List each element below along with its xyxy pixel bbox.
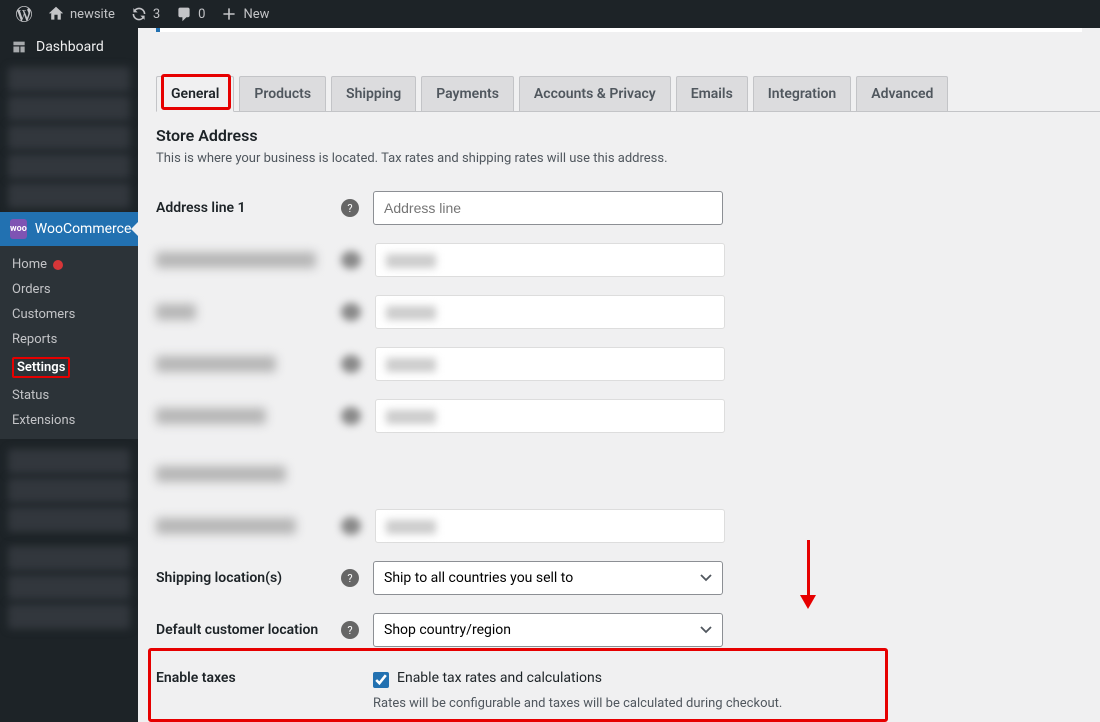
submenu-home[interactable]: Home xyxy=(0,252,138,277)
blurred-menu-item xyxy=(8,125,130,150)
default-location-select[interactable]: Shop country/region xyxy=(373,613,723,647)
updates-link[interactable]: 3 xyxy=(123,6,168,22)
shipping-location-select[interactable]: Ship to all countries you sell to xyxy=(373,561,723,595)
shipping-location-label: Shipping location(s) xyxy=(156,570,341,586)
chevron-down-icon xyxy=(700,624,712,636)
row-address1: Address line 1 ? xyxy=(156,186,1100,230)
shipping-location-value: Ship to all countries you sell to xyxy=(384,570,573,586)
tab-general[interactable]: General xyxy=(156,76,234,112)
submenu-status[interactable]: Status xyxy=(0,383,138,408)
address1-label: Address line 1 xyxy=(156,200,341,216)
blurred-menu-item xyxy=(8,183,130,208)
submenu-reports[interactable]: Reports xyxy=(0,327,138,352)
chevron-down-icon xyxy=(700,572,712,584)
woocommerce-submenu: Home Orders Customers Reports Settings S… xyxy=(0,246,138,439)
comments-count: 0 xyxy=(198,7,205,22)
refresh-icon xyxy=(131,6,147,22)
plus-icon xyxy=(221,6,237,22)
new-label: New xyxy=(243,7,269,22)
blurred-menu-item xyxy=(8,604,130,629)
content-area: General Products Shipping Payments Accou… xyxy=(138,28,1100,722)
comment-icon xyxy=(176,6,192,22)
comments-link[interactable]: 0 xyxy=(168,6,213,22)
home-icon xyxy=(48,6,64,22)
updates-count: 3 xyxy=(153,7,160,22)
tab-advanced[interactable]: Advanced xyxy=(856,76,948,111)
section-heading: Store Address xyxy=(156,126,1100,145)
blurred-menu-item xyxy=(8,67,130,92)
default-location-label: Default customer location xyxy=(156,622,341,638)
new-link[interactable]: New xyxy=(213,6,277,22)
row-blurred xyxy=(156,238,1100,282)
wp-logo[interactable] xyxy=(8,6,40,22)
admin-sidebar: Dashboard woo WooCommerce Home Orders Cu… xyxy=(0,28,138,722)
row-default-location: Default customer location ? Shop country… xyxy=(156,608,1100,652)
settings-tabs: General Products Shipping Payments Accou… xyxy=(156,76,1100,112)
enable-taxes-checkbox-label: Enable tax rates and calculations xyxy=(397,670,602,686)
dashboard-label: Dashboard xyxy=(36,39,104,55)
row-shipping-location: Shipping location(s) ? Ship to all count… xyxy=(156,556,1100,600)
tab-accounts-privacy[interactable]: Accounts & Privacy xyxy=(519,76,671,111)
blurred-menu-item xyxy=(8,449,130,474)
tab-shipping[interactable]: Shipping xyxy=(331,76,416,111)
woocommerce-label: WooCommerce xyxy=(35,221,132,237)
submenu-customers[interactable]: Customers xyxy=(0,302,138,327)
row-blurred xyxy=(156,342,1100,386)
enable-taxes-description: Rates will be configurable and taxes wil… xyxy=(373,696,782,711)
tab-products[interactable]: Products xyxy=(239,76,326,111)
menu-dashboard[interactable]: Dashboard xyxy=(0,28,138,63)
blurred-menu-item xyxy=(8,546,130,571)
tab-payments[interactable]: Payments xyxy=(421,76,514,111)
tab-integration[interactable]: Integration xyxy=(753,76,851,111)
dashboard-icon xyxy=(10,38,28,56)
admin-bar: newsite 3 0 New xyxy=(0,0,1100,28)
notification-dot-icon xyxy=(53,260,63,270)
submenu-settings-label: Settings xyxy=(12,357,70,378)
submenu-home-label: Home xyxy=(12,257,47,272)
submenu-orders[interactable]: Orders xyxy=(0,277,138,302)
notice-fragment xyxy=(156,28,1082,32)
row-blurred xyxy=(156,394,1100,438)
default-location-value: Shop country/region xyxy=(384,622,511,638)
row-blurred xyxy=(156,290,1100,334)
menu-woocommerce[interactable]: woo WooCommerce xyxy=(0,212,138,246)
site-name: newsite xyxy=(70,7,115,22)
blurred-menu-item xyxy=(8,96,130,121)
submenu-extensions[interactable]: Extensions xyxy=(0,408,138,433)
blurred-menu-item xyxy=(8,478,130,503)
enable-taxes-label: Enable taxes xyxy=(156,670,341,686)
woo-icon: woo xyxy=(10,219,27,239)
row-enable-taxes: Enable taxes Enable tax rates and calcul… xyxy=(156,670,1100,714)
blurred-menu-item xyxy=(8,154,130,179)
help-icon[interactable]: ? xyxy=(341,569,359,587)
blurred-menu-item xyxy=(8,575,130,600)
enable-taxes-checkbox[interactable] xyxy=(373,672,389,688)
help-icon[interactable]: ? xyxy=(341,199,359,217)
help-icon[interactable]: ? xyxy=(341,621,359,639)
settings-form: Address line 1 ? Shipping location(s) ? … xyxy=(156,186,1100,714)
submenu-settings[interactable]: Settings xyxy=(0,352,138,383)
tab-emails[interactable]: Emails xyxy=(676,76,748,111)
section-description: This is where your business is located. … xyxy=(156,151,1100,166)
address1-input[interactable] xyxy=(373,191,723,225)
site-link[interactable]: newsite xyxy=(40,6,123,22)
wordpress-icon xyxy=(16,6,32,22)
row-blurred xyxy=(156,452,1100,496)
row-blurred xyxy=(156,504,1100,548)
blurred-menu-item xyxy=(8,507,130,532)
